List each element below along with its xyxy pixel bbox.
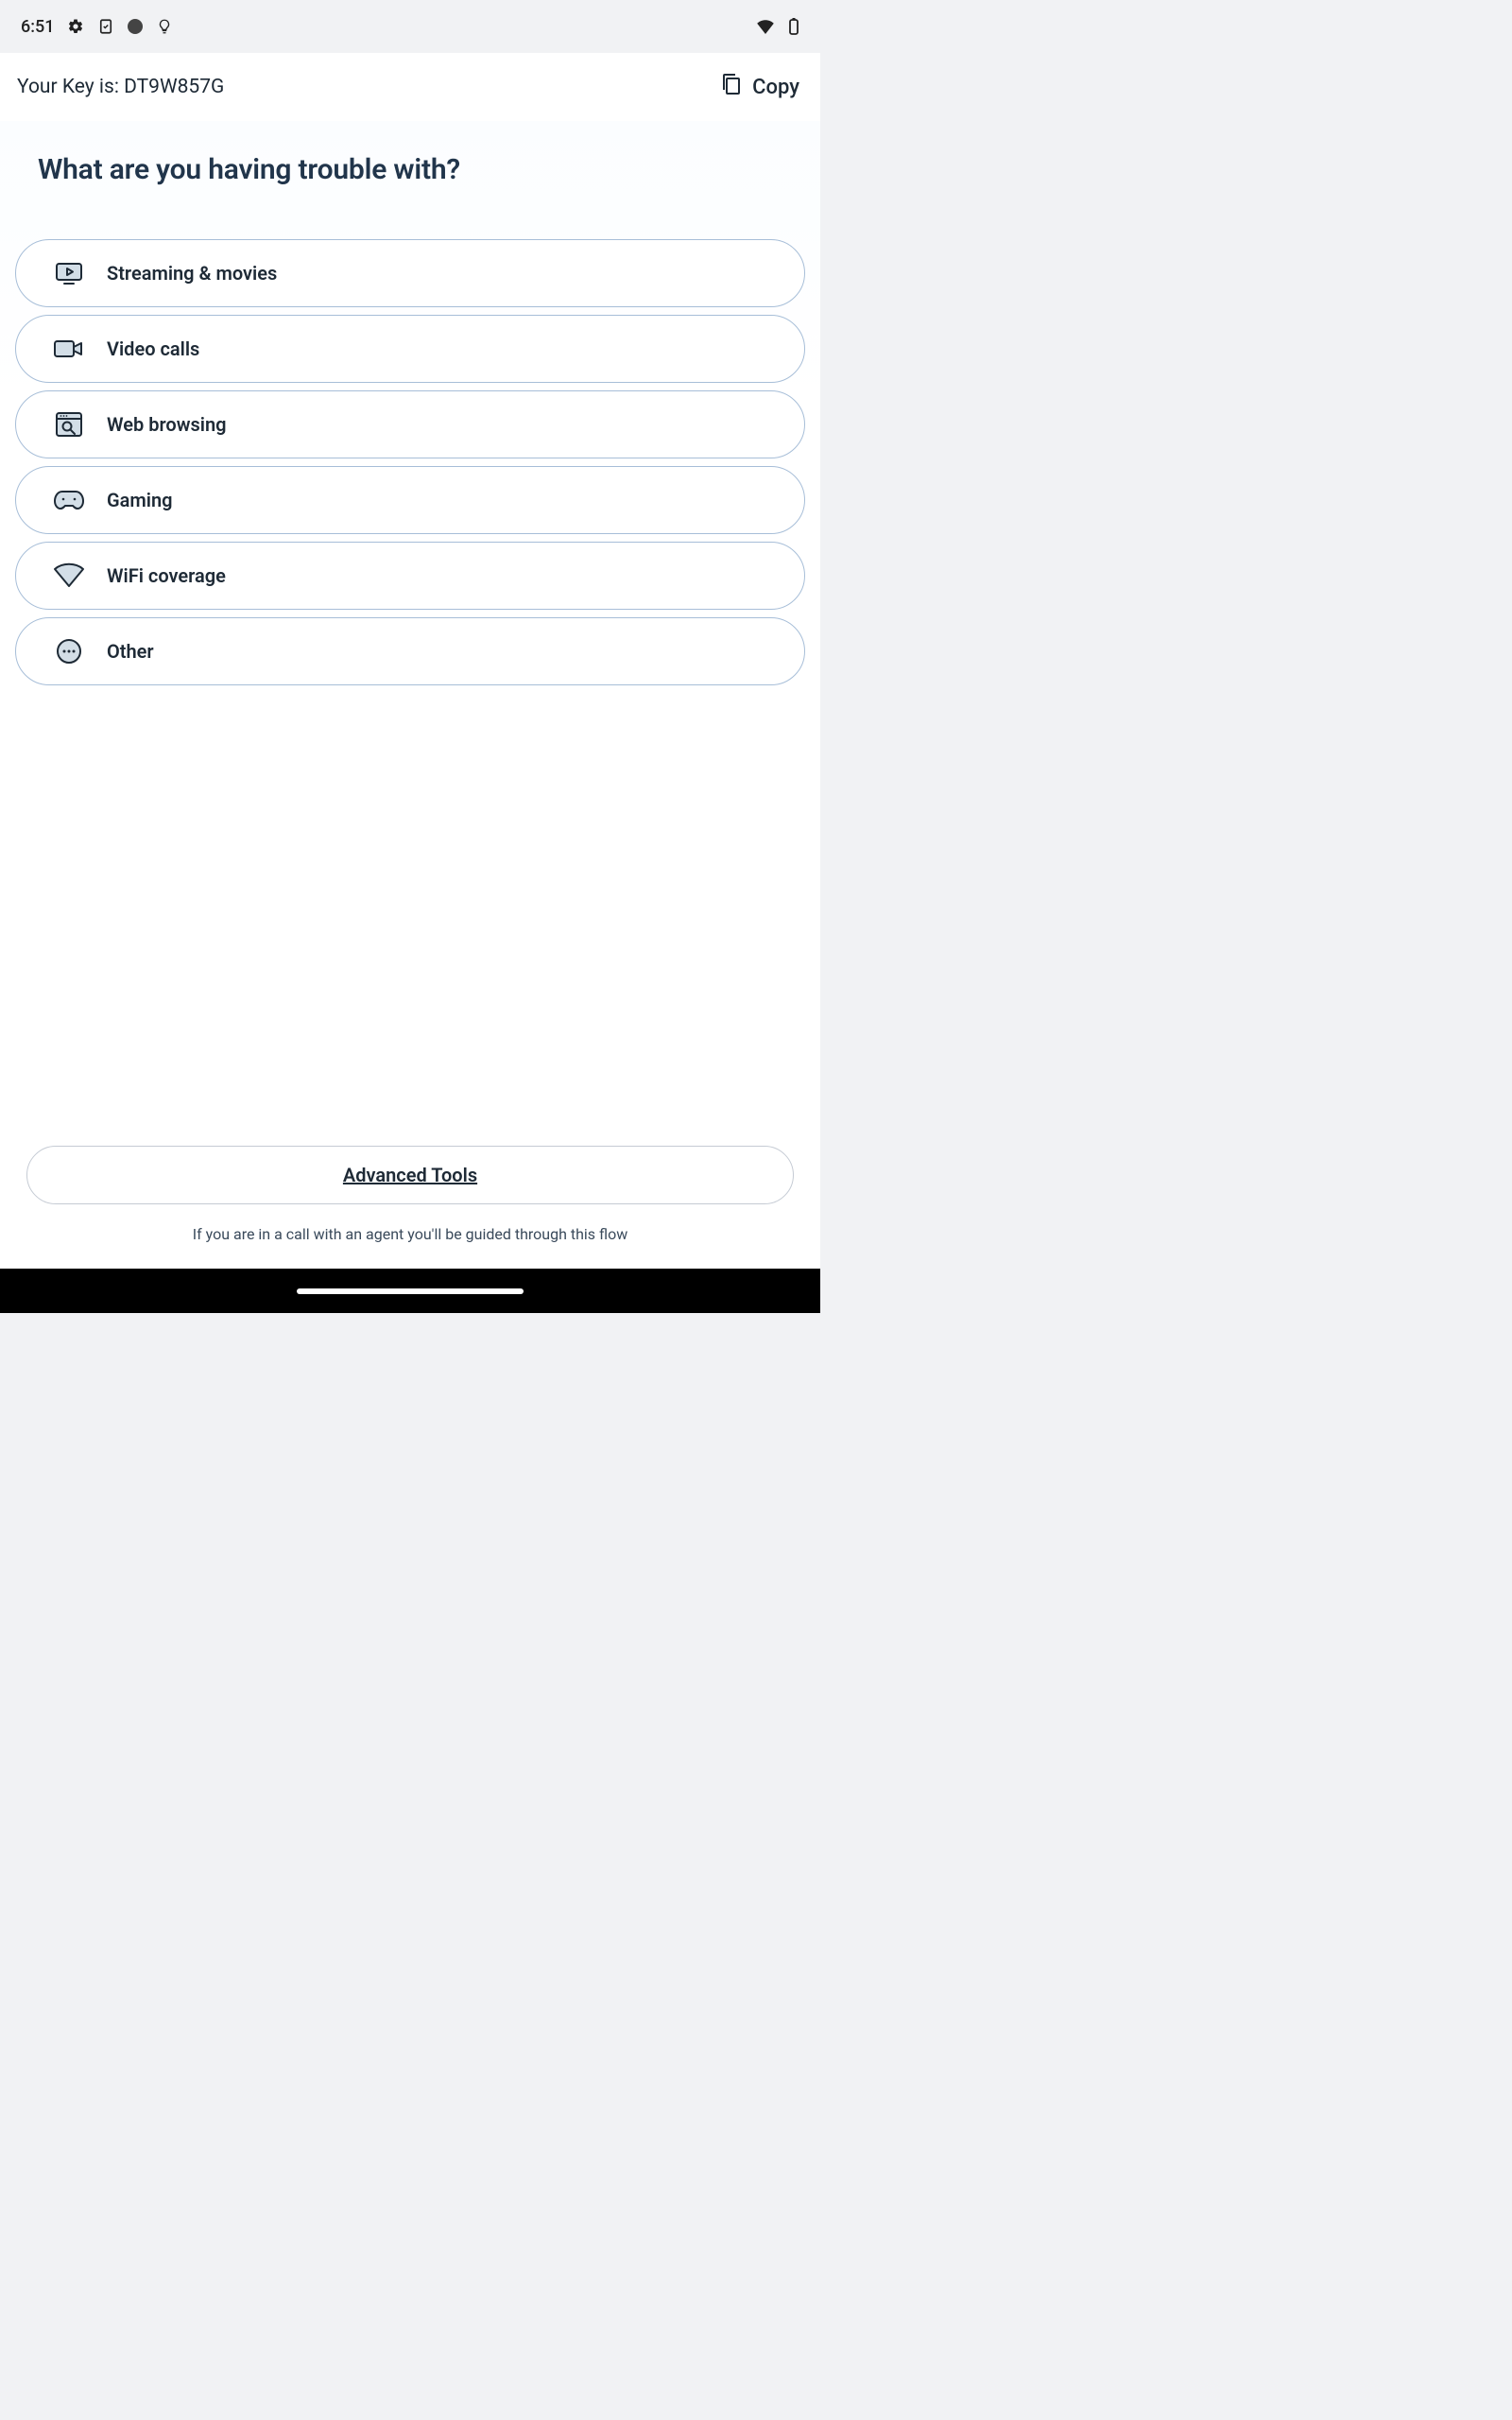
status-bar-right [756, 17, 799, 36]
option-label: Gaming [107, 489, 173, 511]
dot-icon [128, 19, 143, 34]
option-label: Streaming & movies [107, 262, 277, 285]
wifi-triangle-icon [52, 559, 86, 593]
option-other[interactable]: Other [15, 617, 805, 685]
video-camera-icon [52, 332, 86, 366]
navigation-bar [0, 1269, 820, 1313]
key-bar: Your Key is: DT9W857G Copy [0, 53, 820, 121]
key-label: Your Key is: DT9W857G [17, 76, 224, 98]
option-streaming-and-movies[interactable]: Streaming & movies [15, 239, 805, 307]
option-gaming[interactable]: Gaming [15, 466, 805, 534]
bulb-icon [156, 18, 173, 35]
footer-note: If you are in a call with an agent you'l… [17, 1225, 803, 1243]
option-video-calls[interactable]: Video calls [15, 315, 805, 383]
advanced-tools-button[interactable]: Advanced Tools [26, 1146, 794, 1204]
option-label: Video calls [107, 337, 199, 360]
option-label: WiFi coverage [107, 564, 226, 587]
footer: Advanced Tools If you are in a call with… [17, 1146, 803, 1243]
copy-label: Copy [752, 76, 799, 99]
checklist-icon [97, 18, 114, 35]
play-video-icon [52, 256, 86, 290]
option-label: Web browsing [107, 413, 227, 436]
gear-icon [67, 18, 84, 35]
more-dots-icon [52, 634, 86, 668]
status-bar: 6:51 [0, 0, 820, 53]
wifi-icon [756, 19, 775, 34]
advanced-tools-label: Advanced Tools [343, 1164, 477, 1186]
gamepad-icon [52, 483, 86, 517]
status-time: 6:51 [21, 17, 54, 37]
option-wifi-coverage[interactable]: WiFi coverage [15, 542, 805, 610]
main-content: What are you having trouble with? Stream… [0, 121, 820, 1271]
copy-button[interactable]: Copy [720, 72, 803, 102]
copy-icon [720, 72, 743, 102]
home-handle[interactable] [297, 1288, 524, 1294]
battery-icon [788, 17, 799, 36]
option-web-browsing[interactable]: Web browsing [15, 390, 805, 458]
status-bar-left: 6:51 [21, 17, 173, 37]
browser-search-icon [52, 407, 86, 441]
page-title: What are you having trouble with? [38, 153, 805, 186]
option-label: Other [107, 640, 154, 663]
